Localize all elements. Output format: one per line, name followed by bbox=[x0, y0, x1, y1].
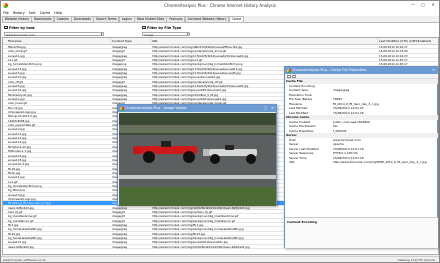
cache-file-properties-window[interactable]: ChromeAnalysis Plus - Cache File Propert… bbox=[284, 66, 438, 248]
properties-title-bar[interactable]: ChromeAnalysis Plus - Cache File Propert… bbox=[285, 67, 438, 74]
categorized-view-icon[interactable] bbox=[287, 74, 291, 78]
property-description: Content Encoding bbox=[285, 217, 438, 248]
window-title: ChromeAnalysis Plus - Chrome Internet Hi… bbox=[164, 3, 276, 8]
title-bar: ChromeAnalysis Plus - Chrome Internet Hi… bbox=[1, 1, 439, 10]
status-bar: www.forensic-software.co.uk Viewing 111/… bbox=[1, 256, 439, 262]
filter-host-label: Filter by host bbox=[9, 25, 35, 30]
close-button[interactable]: ✕ bbox=[430, 68, 437, 73]
filter-type-label: Filter by File Type bbox=[147, 25, 182, 30]
status-website[interactable]: www.forensic-software.co.uk bbox=[3, 258, 46, 262]
description-title: Content Encoding bbox=[287, 220, 317, 224]
property-row[interactable]: URL http://www.formula1.com/img/f8/f8_201… bbox=[285, 160, 438, 165]
close-button[interactable]: ✕ bbox=[428, 2, 438, 8]
filter-host-checkbox[interactable]: ✓ bbox=[4, 25, 8, 29]
image-viewer-title-bar[interactable]: ChromeAnalysis Plus - Image Viewer □ ✕ bbox=[118, 105, 277, 112]
host-filter-input[interactable]: www.formula1.com ▼ bbox=[4, 31, 104, 37]
properties-title: ChromeAnalysis Plus - Cache File Propert… bbox=[292, 68, 367, 72]
column-header[interactable]: Last Modified (UTC) (GMT-Enabled) bbox=[378, 38, 438, 45]
property-value: http://www.formula1.com/img/f8/f8_2014_0… bbox=[333, 160, 427, 164]
properties-toolbar bbox=[285, 74, 438, 79]
grid-header: Filename Content Type URL Last Modified (UT… bbox=[3, 38, 438, 45]
table-cell: dew1-628jx422.jpg bbox=[8, 244, 34, 249]
maximize-button[interactable]: □ bbox=[262, 106, 269, 111]
app-icon bbox=[119, 106, 124, 111]
race-photo bbox=[119, 113, 276, 206]
maximize-button[interactable]: □ bbox=[418, 2, 428, 8]
host-filter-value: www.formula1.com bbox=[6, 32, 35, 37]
property-grid[interactable]: Cache File Content Encoding Content Type im… bbox=[285, 79, 438, 191]
chevron-down-icon[interactable]: ▼ bbox=[187, 33, 189, 37]
app-icon bbox=[286, 68, 291, 73]
type-filter-input[interactable]: image ▼ bbox=[142, 31, 190, 37]
close-button[interactable]: ✕ bbox=[269, 106, 276, 111]
column-header[interactable]: Content Type bbox=[111, 38, 151, 45]
property-name: URL bbox=[289, 160, 295, 164]
column-header[interactable]: URL bbox=[151, 38, 378, 45]
status-record-count: Viewing 111/735 records bbox=[397, 258, 435, 262]
cached-image-preview bbox=[119, 113, 276, 206]
filter-panel: ✓ Filter by host www.formula1.com ▼ ✓ Fi… bbox=[2, 22, 439, 37]
minimize-button[interactable]: — bbox=[408, 2, 418, 8]
image-viewer-title: ChromeAnalysis Plus - Image Viewer bbox=[125, 106, 187, 110]
filter-type-checkbox[interactable]: ✓ bbox=[142, 25, 146, 29]
type-filter-value: image bbox=[144, 32, 154, 37]
column-header[interactable]: Filename bbox=[7, 38, 111, 45]
image-viewer-window[interactable]: ChromeAnalysis Plus - Image Viewer □ ✕ bbox=[117, 104, 277, 206]
table-cell: image/jpeg bbox=[112, 244, 128, 249]
alphabetical-view-icon[interactable] bbox=[292, 74, 296, 78]
chevron-down-icon[interactable]: ▼ bbox=[101, 33, 103, 37]
